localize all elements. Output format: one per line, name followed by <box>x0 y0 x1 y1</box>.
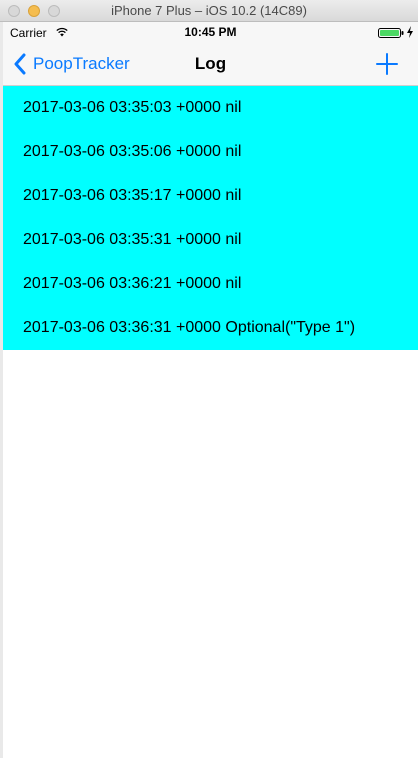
plus-icon[interactable] <box>375 52 399 76</box>
log-entry-row[interactable]: 2017-03-06 03:36:21 +0000 nil <box>3 262 418 306</box>
log-entry-row[interactable]: 2017-03-06 03:36:31 +0000 Optional("Type… <box>3 306 418 350</box>
charging-bolt-icon <box>407 26 413 38</box>
navigation-bar: PoopTracker Log <box>3 42 418 86</box>
battery-icon <box>378 28 404 38</box>
status-bar: Carrier 10:45 PM <box>3 22 418 42</box>
log-entry-row[interactable]: 2017-03-06 03:35:03 +0000 nil <box>3 86 418 130</box>
device-screen: Carrier 10:45 PM PoopTracker Log 2017-03… <box>3 22 418 758</box>
status-time: 10:45 PM <box>184 25 237 39</box>
page-title: Log <box>194 54 227 73</box>
log-entry-row[interactable]: 2017-03-06 03:35:06 +0000 nil <box>3 130 418 174</box>
simulator-window: iPhone 7 Plus – iOS 10.2 (14C89) Carrier… <box>0 0 418 758</box>
log-entry-row[interactable]: 2017-03-06 03:35:31 +0000 nil <box>3 218 418 262</box>
window-titlebar: iPhone 7 Plus – iOS 10.2 (14C89) <box>0 0 418 22</box>
log-list: 2017-03-06 03:35:03 +0000 nil 2017-03-06… <box>3 86 418 350</box>
log-entry-row[interactable]: 2017-03-06 03:35:17 +0000 nil <box>3 174 418 218</box>
window-title: iPhone 7 Plus – iOS 10.2 (14C89) <box>111 3 307 18</box>
